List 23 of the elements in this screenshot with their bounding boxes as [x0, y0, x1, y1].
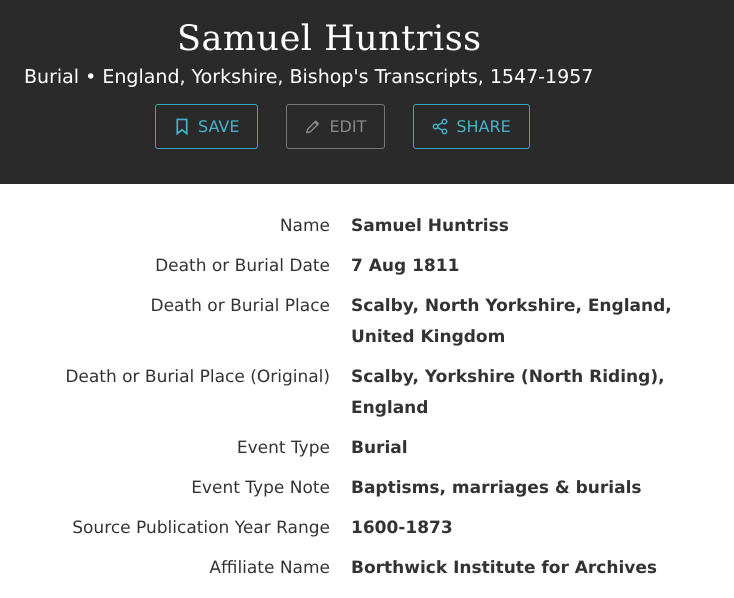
record-title: Samuel Huntriss [177, 18, 482, 60]
field-value: Scalby, North Yorkshire, England, United Kingdom [351, 295, 673, 349]
field-value: Scalby, Yorkshire (North Riding), England [351, 366, 666, 420]
save-button[interactable]: SAVE [155, 104, 258, 149]
bookmark-icon [174, 118, 190, 135]
field-label: Source Publication Year Range [72, 517, 330, 540]
share-button[interactable]: SHARE [413, 104, 530, 149]
field-value: 7 Aug 1811 [351, 255, 460, 278]
field-label: Affiliate Name [209, 557, 330, 580]
field-label: Death or Burial Date [155, 255, 330, 278]
field-label: Death or Burial Place (Original) [65, 366, 330, 389]
field-label: Event Type [236, 437, 330, 460]
field-value: Baptisms, marriages & burials [351, 477, 643, 500]
pencil-icon [305, 118, 322, 135]
field-label: Death or Burial Place [150, 295, 330, 318]
field-value: Borthwick Institute for Archives [351, 557, 658, 580]
field-value: 1600-1873 [351, 517, 454, 540]
field-value: Burial [351, 437, 409, 460]
field-label: Name [280, 215, 330, 238]
share-icon [432, 118, 448, 135]
record-subtitle: Burial • England, Yorkshire, Bishop's Transcripts, 1547-1957 [24, 66, 594, 88]
field-value: Samuel Huntriss [351, 215, 510, 238]
field-label: Event Type Note [191, 477, 330, 500]
